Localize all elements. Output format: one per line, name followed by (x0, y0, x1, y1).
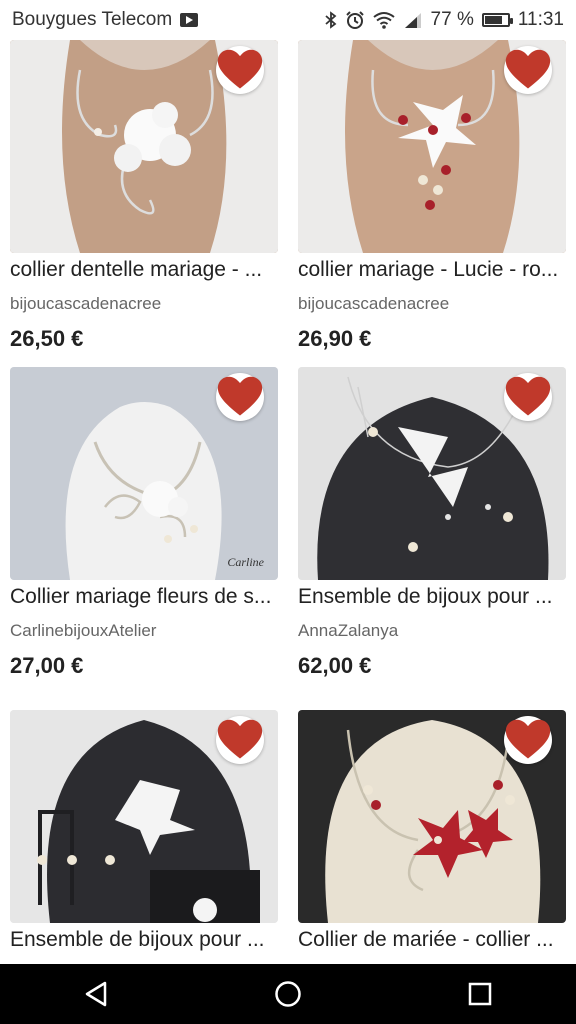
product-title[interactable]: Collier mariage fleurs de s... (10, 585, 278, 609)
product-title[interactable]: Collier de mariée - collier ... (298, 928, 566, 952)
product-image[interactable] (298, 710, 566, 923)
shop-name[interactable]: bijoucascadenacree (298, 294, 449, 314)
product-grid: collier dentelle mariage - ... bijoucasc… (10, 40, 566, 964)
product-card[interactable]: Ensemble de bijoux pour ... AnnaZalanya … (298, 367, 566, 687)
product-price: 26,90 € (298, 326, 372, 351)
clock: 11:31 (517, 9, 564, 30)
product-title[interactable]: collier dentelle mariage - ... (10, 258, 278, 282)
product-card[interactable]: collier dentelle mariage - ... bijoucasc… (10, 40, 278, 360)
product-price: 27,00 € (10, 653, 84, 678)
heart-icon (217, 719, 263, 759)
back-button[interactable] (66, 964, 126, 1024)
heart-icon (217, 49, 263, 89)
product-image[interactable]: Carline (10, 367, 278, 580)
product-image[interactable] (298, 40, 566, 253)
photo-watermark: Carline (227, 555, 264, 569)
product-image[interactable] (10, 40, 278, 253)
heart-icon (217, 376, 263, 416)
product-price: 62,00 € (298, 653, 372, 678)
heart-icon (505, 49, 551, 89)
favorite-button[interactable] (504, 716, 552, 764)
product-card[interactable]: Ensemble de bijoux pour ... (10, 710, 278, 964)
recent-square-icon (468, 982, 492, 1006)
product-card[interactable]: Carline Collier mariage fleurs de s... C… (10, 367, 278, 687)
signal-icon (404, 13, 421, 28)
battery-fill (484, 16, 502, 24)
favorite-button[interactable] (216, 716, 264, 764)
product-card[interactable]: Collier de mariée - collier ... (298, 710, 566, 964)
favorite-button[interactable] (504, 46, 552, 94)
product-title[interactable]: Ensemble de bijoux pour ... (298, 585, 566, 609)
shop-name[interactable]: AnnaZalanya (298, 621, 398, 641)
battery-percent: 77 % (430, 9, 474, 30)
home-button[interactable] (258, 964, 318, 1024)
product-card[interactable]: collier mariage - Lucie - ro... bijoucas… (298, 40, 566, 360)
product-image[interactable] (298, 367, 566, 580)
heart-icon (505, 719, 551, 759)
battery-icon (481, 13, 513, 27)
product-image[interactable] (10, 710, 278, 923)
favorite-button[interactable] (504, 373, 552, 421)
product-title[interactable]: collier mariage - Lucie - ro... (298, 258, 566, 282)
shop-name[interactable]: CarlinebijouxAtelier (10, 621, 156, 641)
status-bar: Bouygues Telecom 77 % 11:31 (0, 0, 576, 40)
wifi-icon (372, 12, 395, 29)
bluetooth-icon (324, 11, 336, 29)
shop-name[interactable]: bijoucascadenacree (10, 294, 161, 314)
video-app-icon (180, 13, 199, 27)
system-nav-bar (0, 964, 576, 1024)
favorite-button[interactable] (216, 373, 264, 421)
heart-icon (505, 376, 551, 416)
favorite-button[interactable] (216, 46, 264, 94)
carrier-name: Bouygues Telecom (12, 9, 173, 30)
product-price: 26,50 € (10, 326, 84, 351)
recent-apps-button[interactable] (450, 964, 510, 1024)
home-circle-icon (275, 981, 301, 1007)
alarm-icon (345, 11, 364, 29)
product-title[interactable]: Ensemble de bijoux pour ... (10, 928, 278, 952)
back-triangle-icon (85, 981, 107, 1007)
